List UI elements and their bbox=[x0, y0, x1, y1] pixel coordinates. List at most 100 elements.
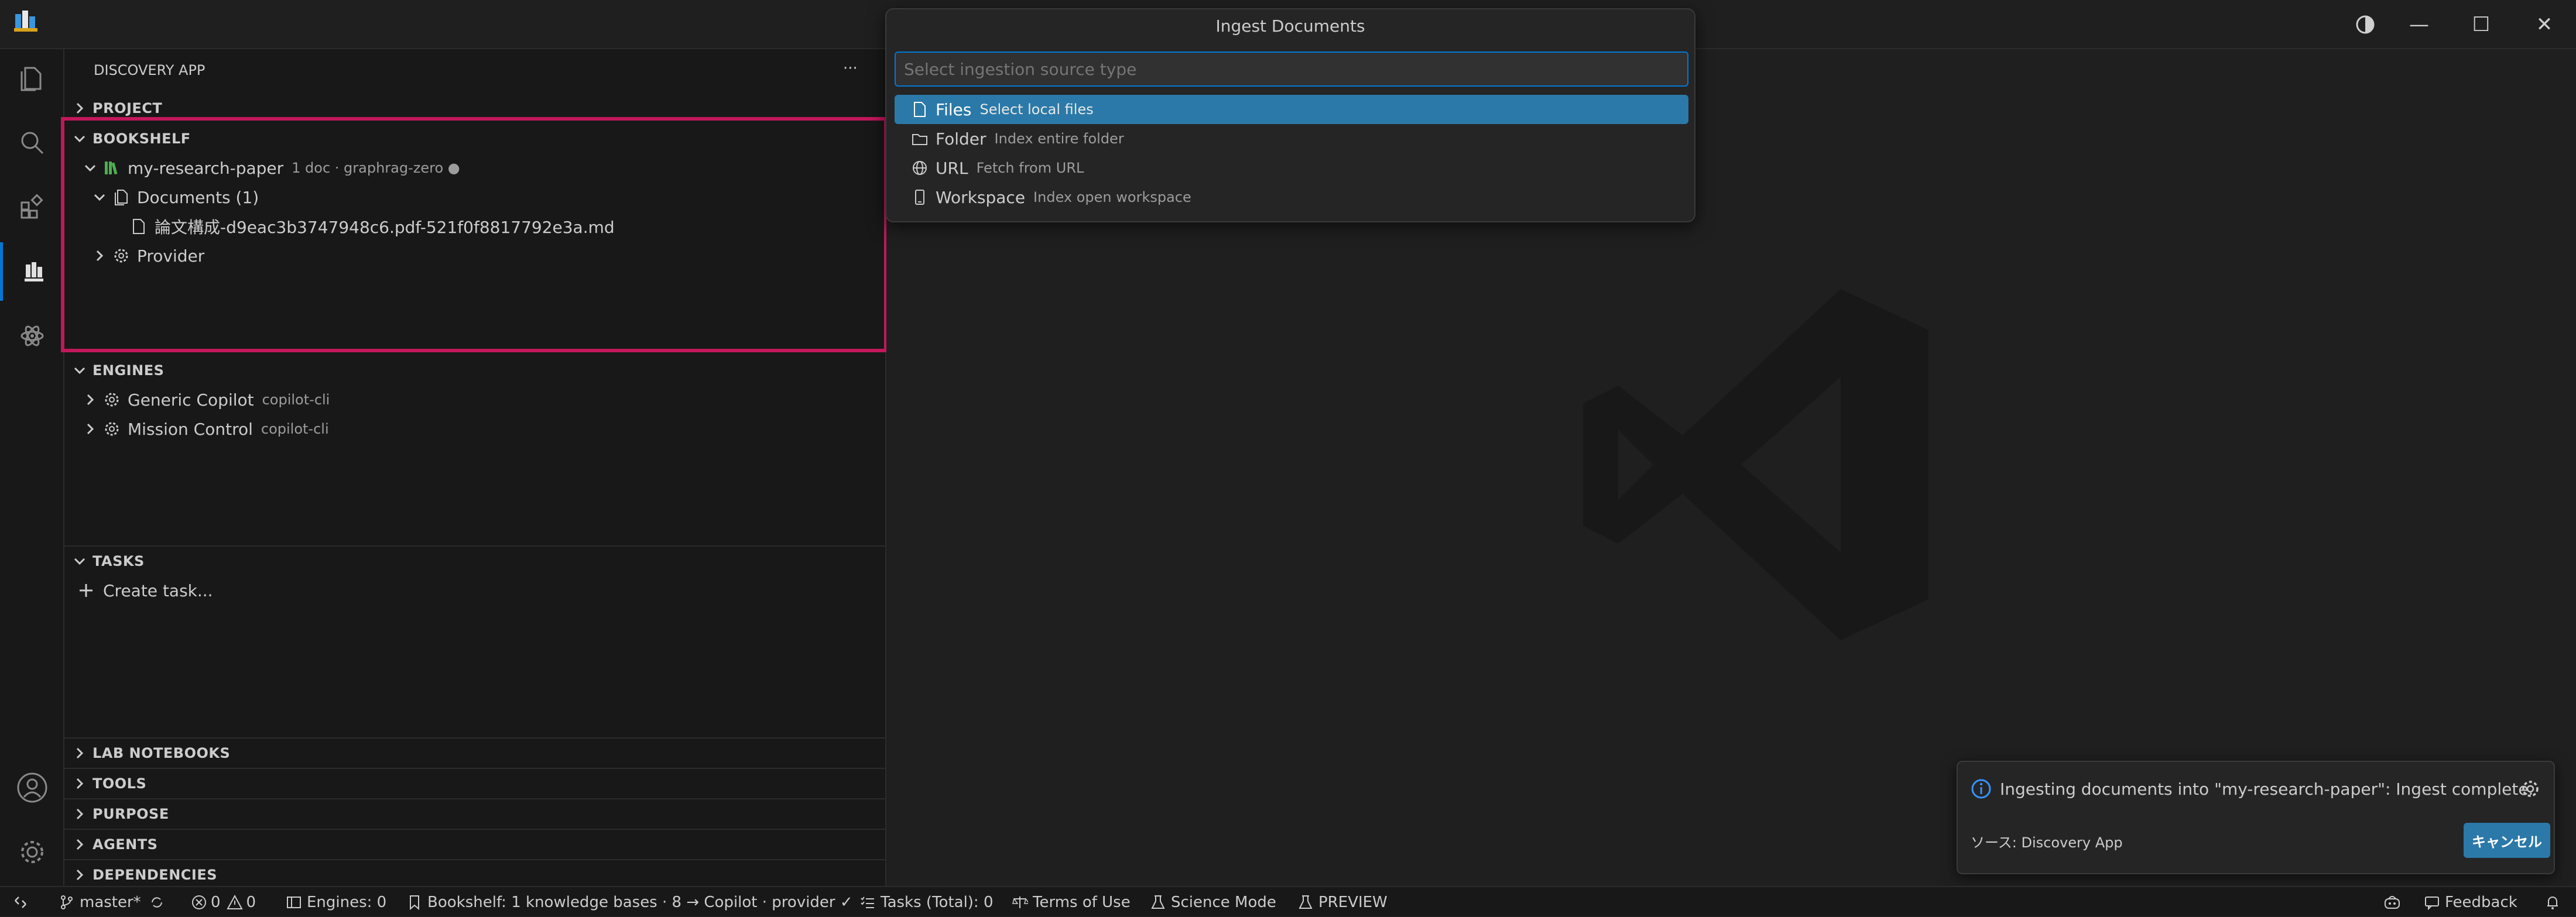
chevron-right-icon bbox=[76, 869, 84, 881]
quick-pick-item-label: Workspace bbox=[936, 187, 1026, 207]
device-icon bbox=[911, 188, 929, 206]
file-icon bbox=[130, 218, 148, 235]
bookmark-icon bbox=[406, 894, 423, 911]
chevron-right-icon bbox=[76, 102, 84, 114]
tree-item-file[interactable]: 論文構成-d9eac3b3747948c6.pdf-521f0f8817792e… bbox=[130, 212, 868, 241]
warning-icon bbox=[226, 894, 243, 911]
documents-icon bbox=[112, 188, 130, 206]
section-agents-label: AGENTS bbox=[93, 836, 158, 853]
atom-icon[interactable] bbox=[0, 307, 64, 365]
notification-source: ソース: Discovery App bbox=[1971, 834, 2123, 851]
section-tools-header[interactable]: TOOLS bbox=[73, 769, 881, 798]
chevron-down-icon bbox=[84, 164, 96, 172]
chevron-down-icon bbox=[94, 194, 105, 201]
chevron-right-icon bbox=[76, 747, 84, 759]
account-sync-icon[interactable] bbox=[2348, 8, 2383, 41]
knowledge-base-name: my-research-paper bbox=[128, 158, 284, 178]
section-dependencies-header[interactable]: DEPENDENCIES bbox=[73, 860, 881, 889]
chevron-down-icon bbox=[74, 367, 85, 375]
beaker-icon bbox=[1150, 894, 1166, 911]
notification-toast: Ingesting documents into "my-research-pa… bbox=[1957, 761, 2555, 874]
file-icon bbox=[911, 101, 929, 118]
branch-item[interactable]: master* bbox=[59, 887, 166, 917]
provider-label: Provider bbox=[137, 246, 205, 266]
cancel-button[interactable]: キャンセル bbox=[2464, 823, 2550, 858]
git-branch-icon bbox=[59, 894, 75, 911]
tree-item-provider[interactable]: Provider bbox=[93, 241, 871, 270]
plus-icon bbox=[77, 582, 95, 599]
tree-item-knowledge-base[interactable]: my-research-paper 1 doc · graphrag-zero … bbox=[83, 153, 873, 183]
globe-icon bbox=[911, 159, 929, 177]
settings-gear-icon[interactable] bbox=[0, 823, 64, 881]
section-project-label: PROJECT bbox=[93, 100, 163, 116]
account-icon[interactable] bbox=[0, 758, 64, 817]
quick-pick-item-desc: Select local files bbox=[979, 101, 1094, 118]
sidebar-title: DISCOVERY APP bbox=[94, 62, 205, 78]
terms-of-use-item[interactable]: Terms of Use bbox=[1012, 887, 1131, 917]
tree-item-documents[interactable]: Documents (1) bbox=[93, 183, 871, 212]
info-icon bbox=[1971, 778, 1992, 799]
notifications-bell-icon[interactable] bbox=[2544, 887, 2561, 917]
section-tasks-header[interactable]: TASKS bbox=[73, 547, 881, 576]
ingest-quick-pick: Ingest Documents Files Select local file… bbox=[885, 8, 1695, 222]
vscode-watermark-icon bbox=[1566, 277, 1940, 652]
file-name: 論文構成-d9eac3b3747948c6.pdf-521f0f8817792e… bbox=[155, 218, 615, 237]
engine-name: Generic Copilot bbox=[128, 390, 254, 410]
section-engines-header[interactable]: ENGINES bbox=[73, 356, 881, 385]
more-actions-button[interactable]: ··· bbox=[843, 60, 858, 77]
minimize-button[interactable]: — bbox=[2402, 8, 2437, 41]
quick-pick-item-workspace[interactable]: Workspace Index open workspace bbox=[895, 183, 1688, 212]
chevron-right-icon bbox=[96, 250, 104, 262]
quick-pick-item-url[interactable]: URL Fetch from URL bbox=[895, 153, 1688, 183]
chevron-down-icon bbox=[74, 558, 85, 565]
search-icon[interactable] bbox=[0, 114, 64, 172]
sidebar: DISCOVERY APP ··· PROJECT BOOKSHELF my-r… bbox=[61, 49, 888, 889]
create-task-button[interactable]: Create task... bbox=[77, 576, 429, 605]
chevron-down-icon bbox=[74, 135, 85, 143]
section-agents-header[interactable]: AGENTS bbox=[73, 830, 881, 859]
feedback-icon bbox=[2424, 894, 2440, 911]
engine-gear-icon bbox=[103, 391, 121, 408]
section-tasks-label: TASKS bbox=[93, 553, 145, 569]
tasks-status-item[interactable]: Tasks (Total): 0 bbox=[859, 887, 994, 917]
quick-pick-item-files[interactable]: Files Select local files bbox=[895, 95, 1688, 124]
bookshelf-status-item[interactable]: Bookshelf: 1 knowledge bases · 8 → Copil… bbox=[406, 887, 853, 917]
section-bookshelf-label: BOOKSHELF bbox=[93, 130, 191, 147]
remote-indicator-icon[interactable] bbox=[12, 887, 29, 917]
maximize-button[interactable]: ☐ bbox=[2464, 8, 2499, 41]
notification-settings-icon[interactable] bbox=[2520, 778, 2541, 799]
section-dependencies-label: DEPENDENCIES bbox=[93, 867, 218, 883]
app-logo-icon bbox=[13, 8, 39, 34]
quick-pick-item-folder[interactable]: Folder Index entire folder bbox=[895, 124, 1688, 153]
tree-item-engine[interactable]: Generic Copilot copilot-cli bbox=[83, 385, 873, 414]
section-bookshelf-header[interactable]: BOOKSHELF bbox=[73, 124, 881, 153]
quick-pick-item-label: URL bbox=[936, 158, 968, 178]
status-bar: master* 0 0 Engines: 0 Bookshelf: 1 know… bbox=[0, 886, 2576, 916]
chevron-right-icon bbox=[76, 839, 84, 850]
problems-item[interactable]: 0 0 bbox=[191, 887, 256, 917]
feedback-item[interactable]: Feedback bbox=[2424, 887, 2517, 917]
extensions-icon[interactable] bbox=[0, 178, 64, 236]
engines-status-item[interactable]: Engines: 0 bbox=[286, 887, 386, 917]
discovery-app-icon[interactable] bbox=[0, 242, 64, 301]
engine-name: Mission Control bbox=[128, 419, 253, 439]
bookshelf-status-label: Bookshelf: 1 knowledge bases · 8 → Copil… bbox=[427, 893, 853, 911]
section-purpose-header[interactable]: PURPOSE bbox=[73, 799, 881, 829]
checklist-icon bbox=[859, 894, 876, 911]
create-task-label: Create task... bbox=[103, 581, 213, 600]
engine-desc: copilot-cli bbox=[261, 421, 329, 437]
quick-pick-item-desc: Index open workspace bbox=[1033, 189, 1191, 205]
science-mode-item[interactable]: Science Mode bbox=[1150, 887, 1276, 917]
chevron-right-icon bbox=[87, 394, 94, 406]
explorer-icon[interactable] bbox=[0, 49, 64, 108]
close-window-button[interactable]: ✕ bbox=[2527, 8, 2562, 41]
tasks-status-label: Tasks (Total): 0 bbox=[881, 893, 994, 911]
copilot-icon[interactable] bbox=[2383, 887, 2402, 917]
section-purpose-label: PURPOSE bbox=[93, 806, 169, 822]
preview-item[interactable]: PREVIEW bbox=[1297, 887, 1388, 917]
ingestion-source-input[interactable] bbox=[895, 51, 1688, 87]
feedback-label: Feedback bbox=[2445, 893, 2517, 911]
chevron-right-icon bbox=[87, 423, 94, 435]
tree-item-engine[interactable]: Mission Control copilot-cli bbox=[83, 414, 873, 444]
section-lab-notebooks-header[interactable]: LAB NOTEBOOKS bbox=[73, 739, 881, 768]
